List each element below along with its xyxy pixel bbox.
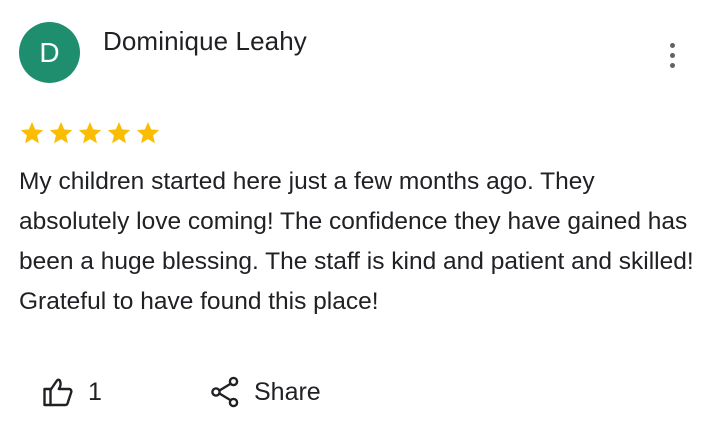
author-name[interactable]: Dominique Leahy [103, 24, 307, 58]
more-options-button[interactable] [656, 38, 688, 72]
star-icon [20, 121, 44, 144]
thumb-up-icon [43, 378, 73, 407]
review-text: My children started here just a few mont… [19, 168, 694, 315]
like-button[interactable]: 1 [42, 370, 102, 414]
like-count: 1 [88, 377, 102, 406]
share-icon [211, 376, 239, 408]
more-vert-icon [669, 42, 675, 48]
more-vert-icon-dot [669, 62, 675, 68]
star-rating [19, 120, 161, 146]
star-icon [78, 121, 102, 144]
share-button[interactable]: Share [210, 370, 321, 414]
share-label: Share [254, 377, 321, 406]
avatar[interactable]: D [19, 22, 80, 83]
star-icon [136, 121, 160, 144]
more-vert-icon-dot [669, 52, 675, 58]
avatar-letter: D [39, 37, 60, 68]
star-icon [49, 121, 73, 144]
review-card: D Dominique Leahy My children started he… [0, 0, 715, 444]
star-icon [107, 121, 131, 144]
